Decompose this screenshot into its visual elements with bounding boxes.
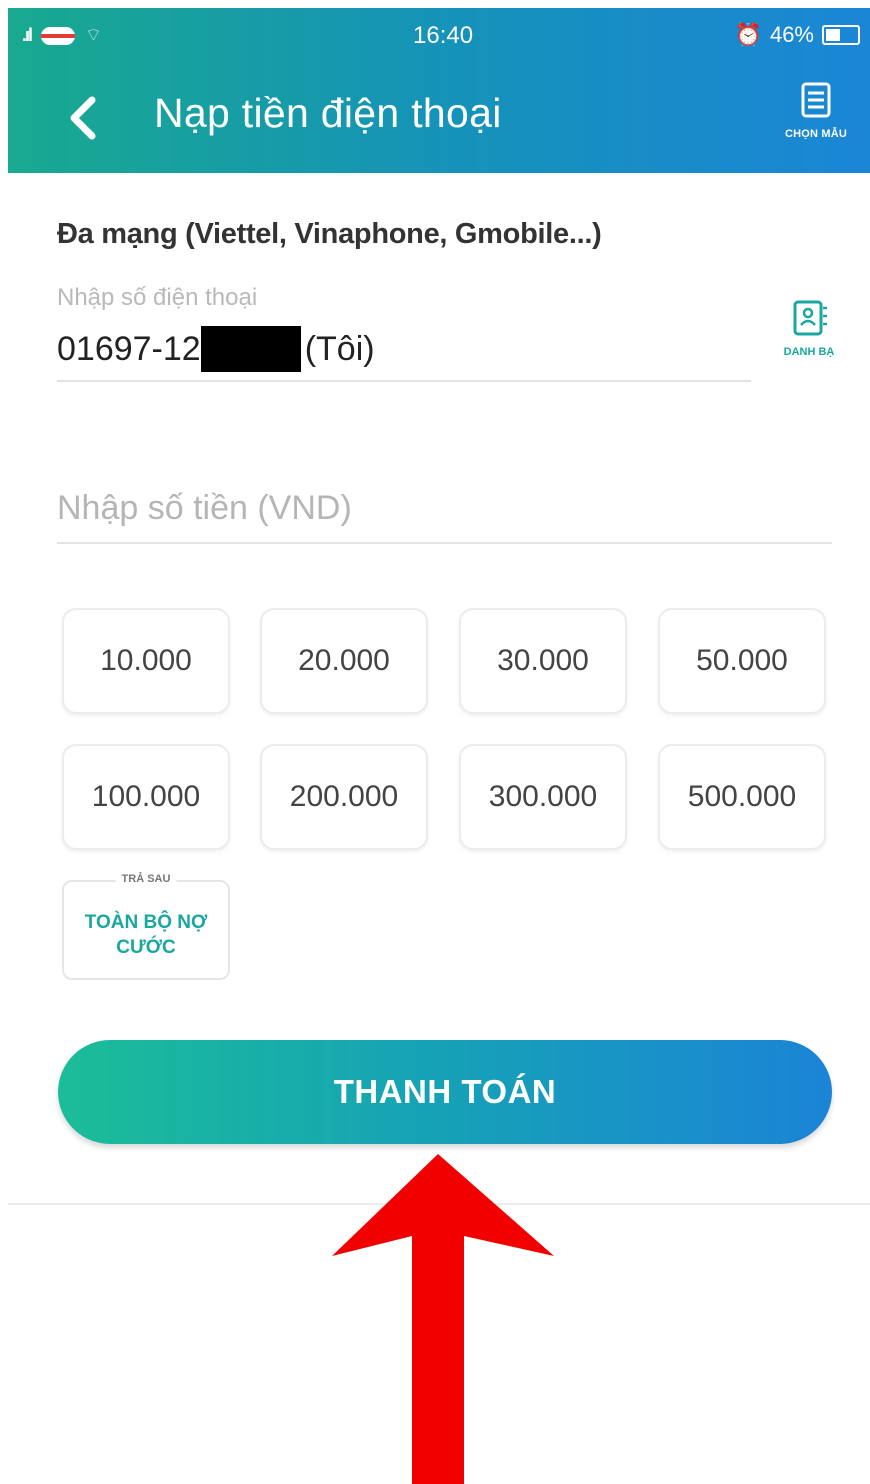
contacts-button[interactable]: DANH BẠ: [766, 298, 852, 378]
amount-chip-50000[interactable]: 50.000: [658, 608, 826, 714]
phone-number-value: 01697-12 (Tôi): [57, 326, 375, 372]
network-label: Đa mạng (Viettel, Vinaphone, Gmobile...): [57, 218, 602, 250]
amount-chip-500000[interactable]: 500.000: [658, 744, 826, 850]
signal-icon: .ıl: [22, 25, 33, 45]
amount-chip-300000[interactable]: 300.000: [459, 744, 627, 850]
postpaid-full-debt-chip[interactable]: TRẢ SAU TOÀN BỘ NỢ CƯỚC: [62, 873, 230, 980]
amount-chip-200000[interactable]: 200.000: [260, 744, 428, 850]
choose-template-button[interactable]: CHỌN MẪU: [770, 80, 862, 160]
contacts-book-icon: [793, 300, 827, 336]
contacts-label: DANH BẠ: [783, 346, 835, 358]
carrier-logo-icon: [41, 26, 76, 45]
full-debt-label: TOÀN BỘ NỢ CƯỚC: [84, 912, 208, 958]
phone-number-field[interactable]: Nhập số điện thoại 01697-12 (Tôi): [57, 280, 751, 382]
chevron-left-icon: [70, 96, 96, 140]
status-left: .ıl ⌔: [22, 24, 102, 47]
wifi-icon: ⌔: [85, 25, 102, 45]
redaction-block: [200, 326, 301, 372]
postpaid-tag: TRẢ SAU: [115, 873, 177, 885]
amount-chip-30000[interactable]: 30.000: [459, 608, 627, 714]
amount-chip-10000[interactable]: 10.000: [62, 608, 230, 714]
amount-chip-20000[interactable]: 20.000: [260, 608, 428, 714]
status-right: ⏰ 46%: [735, 22, 860, 48]
template-list-icon: [801, 82, 831, 118]
status-bar: .ıl ⌔ 16:40 ⏰ 46%: [8, 8, 870, 60]
app-header: .ıl ⌔ 16:40 ⏰ 46% Nạp tiền điện thoại CH…: [8, 8, 870, 173]
battery-icon: [822, 25, 860, 45]
amount-chip-100000[interactable]: 100.000: [62, 744, 230, 850]
page-title: Nạp tiền điện thoại: [154, 90, 502, 136]
battery-percent: 46%: [769, 22, 814, 47]
alarm-icon: ⏰: [734, 22, 762, 47]
amount-field: [57, 480, 832, 544]
phone-prefix: 01697-12: [57, 329, 201, 368]
back-button[interactable]: [60, 88, 110, 148]
pay-button[interactable]: THANH TOÁN: [58, 1040, 832, 1144]
phone-owner-label: (Tôi): [304, 329, 375, 368]
amount-input[interactable]: [57, 480, 832, 536]
red-arrow-annotation-icon: [332, 1154, 554, 1484]
choose-template-label: CHỌN MẪU: [784, 128, 848, 140]
phone-hint: Nhập số điện thoại: [57, 284, 258, 311]
status-time: 16:40: [413, 22, 474, 49]
